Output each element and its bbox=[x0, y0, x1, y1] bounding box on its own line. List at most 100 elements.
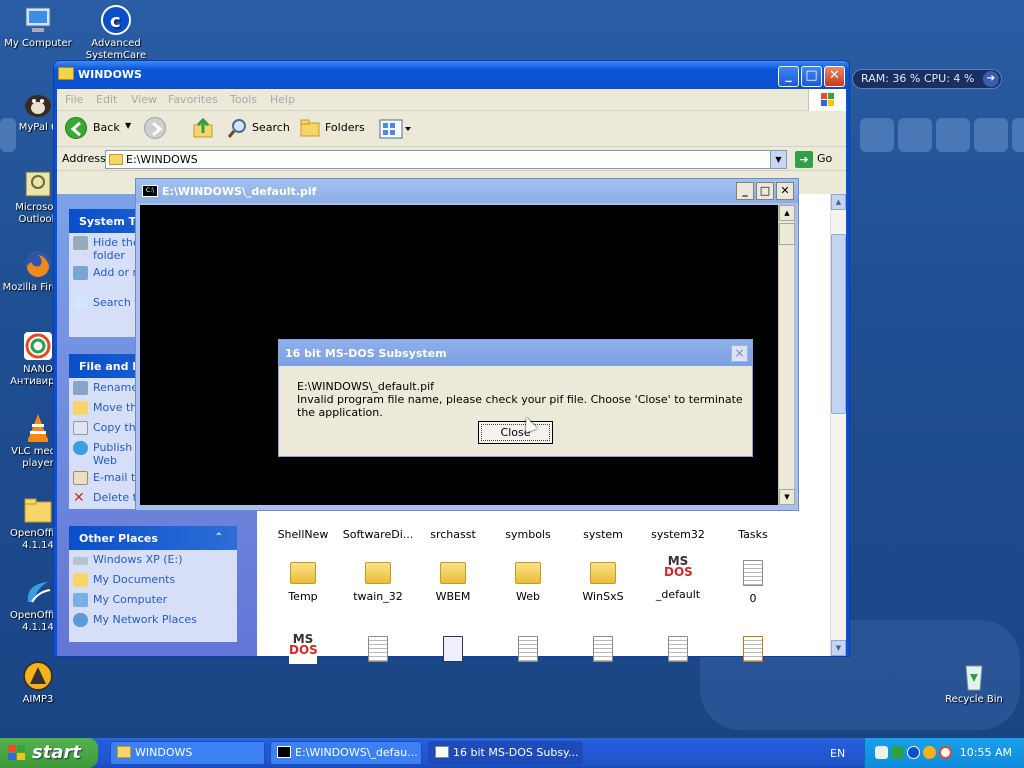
dialog-message: E:\WINDOWS\_default.pif Invalid program … bbox=[297, 380, 752, 419]
file-item[interactable]: twain_32 bbox=[342, 562, 414, 603]
desktop: My Computer c Advanced SystemCare MyPal … bbox=[0, 0, 1024, 738]
file-item[interactable] bbox=[642, 636, 714, 662]
desktop-icon-recycle-bin[interactable]: Recycle Bin bbox=[936, 660, 1012, 706]
scroll-down-icon[interactable]: ▼ bbox=[779, 489, 795, 505]
place-my-computer[interactable]: My Computer bbox=[69, 590, 237, 610]
maximize-button[interactable]: □ bbox=[756, 182, 774, 200]
desktop-icon-advanced-systemcare[interactable]: c Advanced SystemCare bbox=[78, 4, 154, 62]
file-item[interactable]: SoftwareDi... bbox=[342, 522, 414, 541]
menu-file[interactable]: File bbox=[65, 93, 83, 106]
go-button[interactable]: Go bbox=[817, 152, 832, 165]
file-item[interactable] bbox=[717, 636, 789, 662]
close-button[interactable]: ✕ bbox=[776, 182, 794, 200]
scroll-thumb[interactable] bbox=[831, 234, 846, 414]
file-item[interactable]: MS DOS bbox=[267, 633, 339, 664]
menu-tools[interactable]: Tools bbox=[230, 93, 257, 106]
tray-antivirus-icon[interactable] bbox=[939, 746, 952, 759]
up-folder-icon[interactable] bbox=[192, 117, 214, 139]
taskbar-button-dos[interactable]: E:\WINDOWS\_defau... bbox=[270, 741, 422, 765]
outlook-icon bbox=[22, 168, 54, 200]
back-dropdown-icon[interactable]: ▼ bbox=[125, 121, 131, 130]
file-item[interactable]: ShellNew bbox=[267, 522, 339, 541]
settings-document-icon bbox=[743, 636, 763, 662]
arrow-right-icon[interactable]: ➔ bbox=[983, 71, 999, 87]
file-item[interactable] bbox=[342, 636, 414, 662]
minimize-button[interactable]: _ bbox=[736, 182, 754, 200]
file-item[interactable] bbox=[417, 636, 489, 662]
file-item[interactable]: MS DOS _default bbox=[642, 555, 714, 601]
dialog-title-bar[interactable]: 16 bit MS-DOS Subsystem × bbox=[279, 340, 752, 366]
dialog-close-button[interactable]: Close bbox=[478, 421, 553, 444]
nano-antivirus-icon bbox=[22, 330, 54, 362]
folders-button[interactable]: Folders bbox=[325, 121, 365, 134]
scroll-thumb[interactable] bbox=[779, 223, 795, 245]
file-item[interactable]: system bbox=[567, 522, 639, 541]
folder-icon bbox=[515, 562, 541, 584]
file-item[interactable]: symbols bbox=[492, 522, 564, 541]
file-item[interactable]: Tasks bbox=[717, 522, 789, 541]
file-item[interactable]: Web bbox=[492, 562, 564, 603]
tray-systemcare-icon[interactable] bbox=[907, 746, 920, 759]
file-item[interactable]: WinSxS bbox=[567, 562, 639, 603]
folder-icon bbox=[109, 154, 123, 165]
menu-help[interactable]: Help bbox=[270, 93, 295, 106]
desktop-icon-aimp[interactable]: AIMP3 bbox=[0, 660, 76, 706]
menu-favorites[interactable]: Favorites bbox=[168, 93, 218, 106]
back-arrow-icon[interactable] bbox=[65, 117, 87, 139]
menu-view[interactable]: View bbox=[131, 93, 157, 106]
dialog-close-icon[interactable]: × bbox=[731, 345, 748, 362]
language-indicator[interactable]: EN bbox=[830, 747, 845, 760]
file-item[interactable]: srchasst bbox=[417, 522, 489, 541]
back-button[interactable]: Back bbox=[93, 121, 120, 134]
taskbar-button-windows[interactable]: WINDOWS bbox=[110, 741, 265, 765]
document-icon bbox=[743, 560, 763, 586]
scroll-up-icon[interactable]: ▲ bbox=[779, 205, 795, 221]
folder-icon bbox=[117, 746, 131, 758]
system-tray: 10:55 AM bbox=[864, 738, 1024, 768]
close-button[interactable]: ✕ bbox=[824, 66, 845, 87]
folder-icon bbox=[58, 67, 74, 80]
folder-icon bbox=[365, 562, 391, 584]
maximize-button[interactable]: □ bbox=[801, 66, 822, 87]
start-button[interactable]: start bbox=[0, 738, 98, 768]
views-icon[interactable] bbox=[379, 119, 413, 139]
program-icon bbox=[443, 636, 463, 662]
computer-icon bbox=[22, 4, 54, 36]
document-icon bbox=[668, 636, 688, 662]
file-item[interactable] bbox=[567, 636, 639, 662]
file-item[interactable]: WBEM bbox=[417, 562, 489, 603]
address-input[interactable]: E:\WINDOWS ▼ bbox=[105, 150, 787, 169]
forward-arrow-icon[interactable] bbox=[144, 117, 166, 139]
tray-recycle-icon[interactable] bbox=[891, 746, 904, 759]
dos-title-bar[interactable]: C:\ E:\WINDOWS\_default.pif _ □ ✕ bbox=[136, 179, 798, 203]
file-item[interactable]: Temp bbox=[267, 562, 339, 603]
search-icon[interactable] bbox=[227, 117, 249, 139]
clock[interactable]: 10:55 AM bbox=[960, 746, 1012, 759]
place-windows-xp-drive[interactable]: Windows XP (E:) bbox=[69, 550, 237, 570]
dialog-title: 16 bit MS-DOS Subsystem bbox=[285, 347, 447, 360]
file-list-scrollbar[interactable]: ▲ ▼ bbox=[830, 194, 846, 656]
place-my-documents[interactable]: My Documents bbox=[69, 570, 237, 590]
explorer-title-bar[interactable]: WINDOWS _ □ ✕ bbox=[54, 61, 849, 89]
file-item[interactable] bbox=[492, 636, 564, 662]
msdos-error-dialog: 16 bit MS-DOS Subsystem × E:\WINDOWS\_de… bbox=[278, 339, 753, 457]
taskbar-button-msdos-subsystem[interactable]: 16 bit MS-DOS Subsy... bbox=[428, 741, 583, 765]
globe-icon bbox=[73, 441, 88, 455]
desktop-icon-my-computer[interactable]: My Computer bbox=[0, 4, 76, 50]
menu-edit[interactable]: Edit bbox=[96, 93, 117, 106]
tray-network-icon[interactable] bbox=[875, 746, 888, 759]
dos-scrollbar[interactable]: ▲ ▼ bbox=[778, 205, 795, 505]
place-my-network[interactable]: My Network Places bbox=[69, 610, 237, 630]
minimize-button[interactable]: _ bbox=[778, 66, 799, 87]
collapse-chevron-icon[interactable]: ⌃ bbox=[215, 532, 223, 543]
scroll-down-icon[interactable]: ▼ bbox=[831, 640, 846, 656]
tray-search-icon[interactable] bbox=[923, 746, 936, 759]
file-item[interactable]: system32 bbox=[642, 522, 714, 541]
address-dropdown-icon[interactable]: ▼ bbox=[770, 151, 786, 168]
scroll-up-icon[interactable]: ▲ bbox=[831, 194, 846, 210]
other-places-header[interactable]: Other Places ⌃ bbox=[69, 526, 237, 550]
search-button[interactable]: Search bbox=[252, 121, 290, 134]
go-arrow-icon[interactable]: ➔ bbox=[795, 151, 813, 168]
file-item[interactable]: 0 bbox=[717, 560, 789, 605]
folders-icon[interactable] bbox=[300, 118, 322, 138]
